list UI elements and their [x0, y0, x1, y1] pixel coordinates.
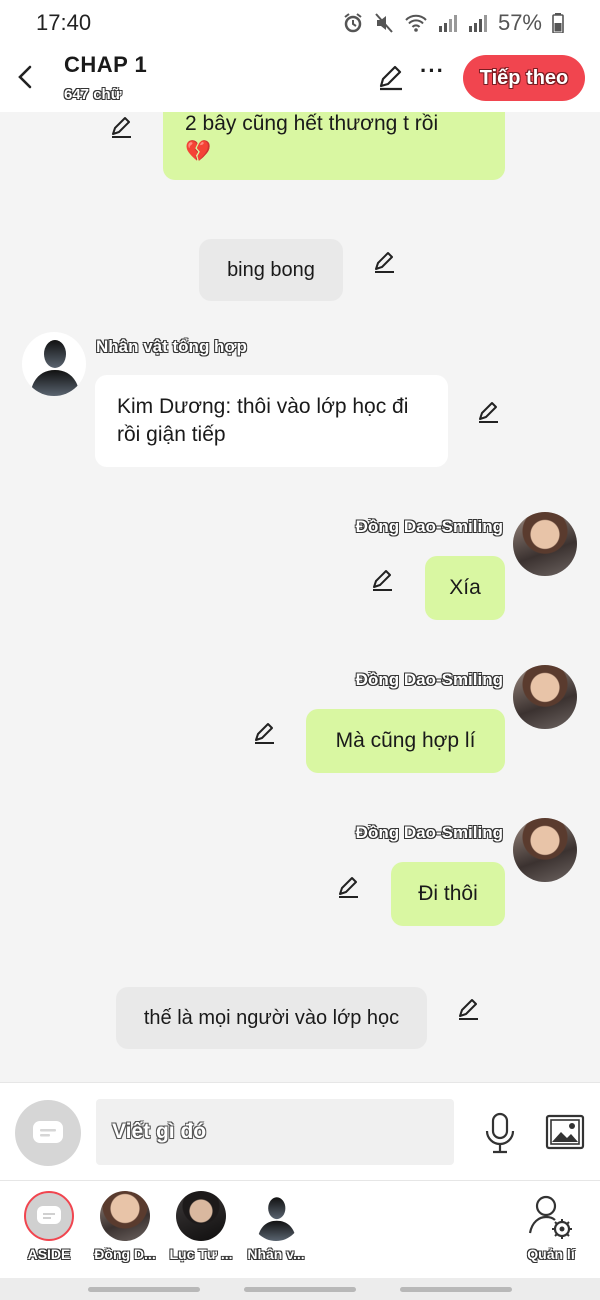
message-text: Xía [449, 576, 481, 599]
composer-bar: Viết gì đó [0, 1082, 600, 1180]
character-option-aside[interactable]: ASIDE [9, 1191, 89, 1262]
message-bubble[interactable]: Đi thôi [391, 862, 505, 926]
message-text: Đi thôi [418, 882, 478, 905]
battery-icon [552, 13, 564, 33]
avatar [251, 1191, 301, 1241]
message-bubble[interactable]: Kim Dương: thôi vào lớp học đi rồi giận … [95, 375, 448, 467]
next-chapter-button[interactable]: Tiếp theo [463, 55, 585, 101]
system-nav-bar [0, 1278, 600, 1300]
edit-message-pencil-icon[interactable] [370, 567, 396, 593]
image-icon[interactable] [545, 1114, 585, 1150]
chat-area[interactable]: 2 bây cũng hết thương t rồi 💔 bing bong … [0, 112, 600, 1082]
avatar [176, 1191, 226, 1241]
chapter-title: CHAP 1 [64, 52, 148, 77]
mute-icon [375, 13, 393, 33]
status-time: 17:40 [36, 10, 92, 35]
silhouette-icon [257, 1197, 297, 1241]
narration-text: thế là mọi người vào lớp học [143, 1007, 400, 1029]
message-bubble[interactable]: 2 bây cũng hết thương t rồi 💔 [163, 112, 505, 180]
signal-icon [438, 15, 457, 32]
chat-bubble-icon [37, 1206, 61, 1224]
user-settings-icon [528, 1195, 572, 1239]
nav-home[interactable] [244, 1287, 356, 1292]
signal-icon-2 [468, 15, 487, 32]
character-avatar[interactable] [513, 665, 577, 729]
message-input[interactable] [96, 1099, 454, 1165]
status-icons: 57% [342, 10, 564, 36]
alarm-icon [344, 13, 362, 33]
status-bar: 17:40 57% [0, 0, 600, 46]
character-avatar[interactable] [22, 332, 86, 396]
character-option-label: ASIDE [27, 1246, 71, 1262]
edit-message-pencil-icon[interactable] [336, 874, 362, 900]
character-name: Đồng Dao-Smiling [355, 517, 503, 536]
broken-heart-emoji: 💔 [185, 140, 212, 163]
edit-message-pencil-icon[interactable] [456, 996, 482, 1022]
character-option-label: Lục Tư ... [169, 1246, 233, 1262]
edit-pencil-icon[interactable] [376, 62, 406, 92]
character-selector-bar: ASIDE Đồng D... Lục Tư ... Nhân v... Quả… [0, 1180, 600, 1278]
nav-back[interactable] [400, 1287, 512, 1292]
edit-message-pencil-icon[interactable] [109, 114, 135, 140]
aside-toggle-button[interactable] [15, 1100, 81, 1166]
edit-message-pencil-icon[interactable] [372, 249, 398, 275]
message-text: 2 bây cũng hết thương t rồi [185, 112, 439, 135]
microphone-icon[interactable] [482, 1111, 518, 1155]
character-option[interactable]: Đồng D... [85, 1191, 165, 1262]
back-arrow-icon[interactable] [12, 62, 40, 92]
edit-message-pencil-icon[interactable] [476, 399, 502, 425]
message-text: Kim Dương: thôi vào lớp học đi rồi giận … [117, 395, 409, 446]
wifi-icon [405, 14, 427, 32]
avatar [100, 1191, 150, 1241]
character-option-label: Đồng D... [94, 1246, 156, 1262]
narration-bubble[interactable]: bing bong [199, 239, 343, 301]
chat-bubble-icon [33, 1121, 63, 1143]
narration-text: bing bong [227, 259, 315, 281]
character-name: Đồng Dao-Smiling [355, 670, 503, 689]
title-block: CHAP 1 647 chữ [64, 52, 147, 103]
nav-recents[interactable] [88, 1287, 200, 1292]
edit-message-pencil-icon[interactable] [252, 720, 278, 746]
narration-bubble[interactable]: thế là mọi người vào lớp học [116, 987, 427, 1049]
character-option[interactable]: Lục Tư ... [161, 1191, 241, 1262]
character-avatar[interactable] [513, 818, 577, 882]
more-options-button[interactable]: ··· [420, 58, 445, 84]
character-option[interactable]: Nhân v... [236, 1191, 316, 1262]
character-option-label: Nhân v... [247, 1246, 305, 1262]
character-avatar[interactable] [513, 512, 577, 576]
battery-percent: 57% [497, 10, 542, 35]
chapter-header: CHAP 1 647 chữ ··· Tiếp theo [0, 46, 600, 112]
aside-avatar [24, 1191, 74, 1241]
message-text: Mà cũng hợp lí [335, 729, 476, 752]
word-count: 647 chữ [64, 86, 122, 103]
manage-characters-button[interactable]: Quản lí [511, 1191, 591, 1262]
character-name: Nhân vật tổng hợp [96, 337, 247, 356]
manage-label: Quản lí [527, 1246, 575, 1262]
message-bubble[interactable]: Xía [425, 556, 505, 620]
message-bubble[interactable]: Mà cũng hợp lí [306, 709, 505, 773]
character-name: Đồng Dao-Smiling [355, 823, 503, 842]
silhouette-icon [30, 340, 80, 396]
